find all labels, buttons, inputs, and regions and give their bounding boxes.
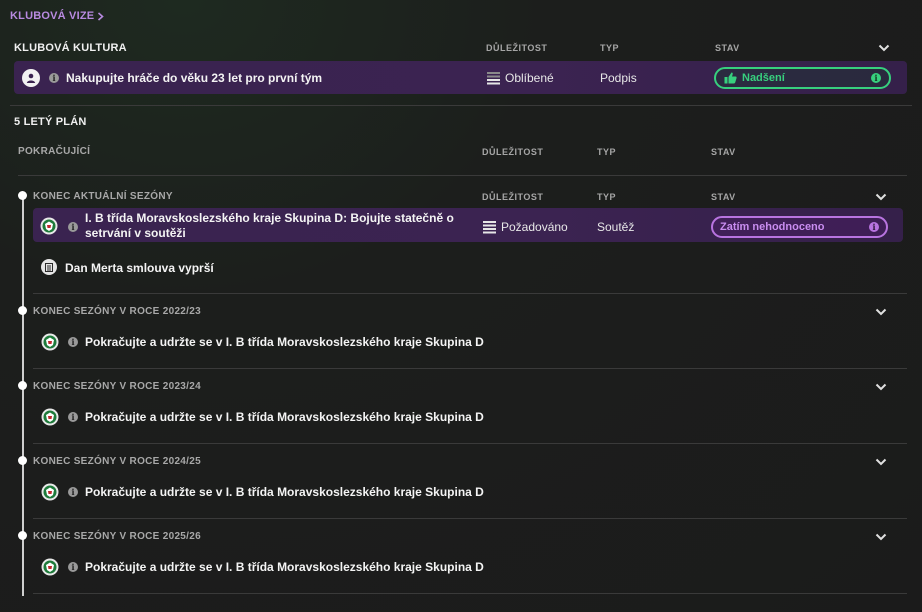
objective-importance: Požadováno [501, 220, 568, 234]
chevron-right-icon [98, 11, 105, 21]
objective-text-line2: setrvání v soutěži [85, 226, 186, 240]
status-badge[interactable]: Zatím nehodnoceno i [711, 216, 888, 238]
importance-bars-icon [483, 221, 496, 234]
chevron-down-icon[interactable] [875, 533, 887, 541]
info-icon[interactable]: i [869, 222, 879, 232]
club-crest-icon [41, 333, 59, 351]
objective-text-line1: I. B třída Moravskoslezského kraje Skupi… [85, 211, 454, 225]
thumbs-up-icon [724, 72, 737, 84]
breadcrumb[interactable]: KLUBOVÁ VIZE [10, 10, 105, 22]
contract-expiry-note: Dan Merta smlouva vyprší [65, 261, 214, 275]
objective-text: I. B třída Moravskoslezského kraje Skupi… [85, 211, 454, 241]
col-type-header: TYP [597, 192, 617, 202]
timeline-dot [18, 456, 27, 465]
person-icon [22, 69, 40, 87]
group-heading: KONEC SEZÓNY V ROCE 2025/26 [33, 531, 201, 542]
chevron-down-icon[interactable] [875, 193, 887, 201]
document-icon [41, 259, 57, 275]
info-icon[interactable]: i [68, 222, 78, 232]
status-label: Nadšení [742, 72, 785, 84]
timeline-dot [18, 381, 27, 390]
club-culture-importance: Oblíbené [505, 71, 554, 85]
col-type-header: TYP [597, 147, 617, 157]
club-crest-icon [41, 558, 59, 576]
group-heading: KONEC SEZÓNY V ROCE 2022/23 [33, 306, 201, 317]
group-heading: KONEC AKTUÁLNÍ SEZÓNY [33, 191, 173, 202]
objective-text: Pokračujte a udržte se v I. B třída Mora… [85, 410, 484, 424]
col-importance-header: DŮLEŽITOST [486, 43, 548, 53]
chevron-down-icon[interactable] [875, 458, 887, 466]
timeline-dot [18, 306, 27, 315]
info-icon[interactable]: i [68, 562, 78, 572]
col-status-header: STAV [711, 192, 736, 202]
club-crest-icon [41, 483, 59, 501]
timeline-dot [18, 531, 27, 540]
objective-type: Soutěž [597, 220, 635, 234]
objective-text: Pokračujte a udržte se v I. B třída Mora… [85, 560, 484, 574]
info-icon[interactable]: i [68, 487, 78, 497]
timeline-dot [18, 191, 27, 200]
ongoing-label: POKRAČUJÍCÍ [18, 146, 91, 157]
divider [18, 175, 907, 176]
importance-bars-icon [487, 72, 500, 85]
status-label: Zatím nehodnoceno [720, 221, 825, 233]
chevron-down-icon[interactable] [875, 383, 887, 391]
group-heading: KONEC SEZÓNY V ROCE 2024/25 [33, 456, 201, 467]
chevron-down-icon[interactable] [878, 44, 890, 52]
status-badge[interactable]: Nadšení i [714, 67, 891, 89]
col-importance-header: DŮLEŽITOST [482, 192, 544, 202]
club-culture-objective: Nakupujte hráče do věku 23 let pro první… [66, 71, 323, 85]
objective-text: Pokračujte a udržte se v I. B třída Mora… [85, 335, 484, 349]
breadcrumb-label: KLUBOVÁ VIZE [10, 10, 95, 22]
objective-text: Pokračujte a udržte se v I. B třída Mora… [85, 485, 484, 499]
col-status-header: STAV [711, 147, 736, 157]
divider [10, 105, 912, 106]
info-icon[interactable]: i [68, 337, 78, 347]
divider [33, 443, 907, 444]
col-status-header: STAV [715, 43, 740, 53]
divider [33, 293, 907, 294]
club-crest-icon [41, 408, 59, 426]
divider [33, 368, 907, 369]
club-culture-type: Podpis [600, 71, 637, 85]
chevron-down-icon[interactable] [875, 308, 887, 316]
info-icon[interactable]: i [871, 73, 881, 83]
info-icon[interactable]: i [49, 73, 59, 83]
divider [33, 593, 907, 594]
plan-title: 5 LETÝ PLÁN [14, 116, 87, 128]
divider [33, 518, 907, 519]
info-icon[interactable]: i [68, 412, 78, 422]
group-heading: KONEC SEZÓNY V ROCE 2023/24 [33, 381, 201, 392]
col-type-header: TYP [600, 43, 620, 53]
club-culture-title: KLUBOVÁ KULTURA [14, 42, 127, 54]
club-crest-icon [40, 217, 58, 235]
col-importance-header: DŮLEŽITOST [482, 147, 544, 157]
